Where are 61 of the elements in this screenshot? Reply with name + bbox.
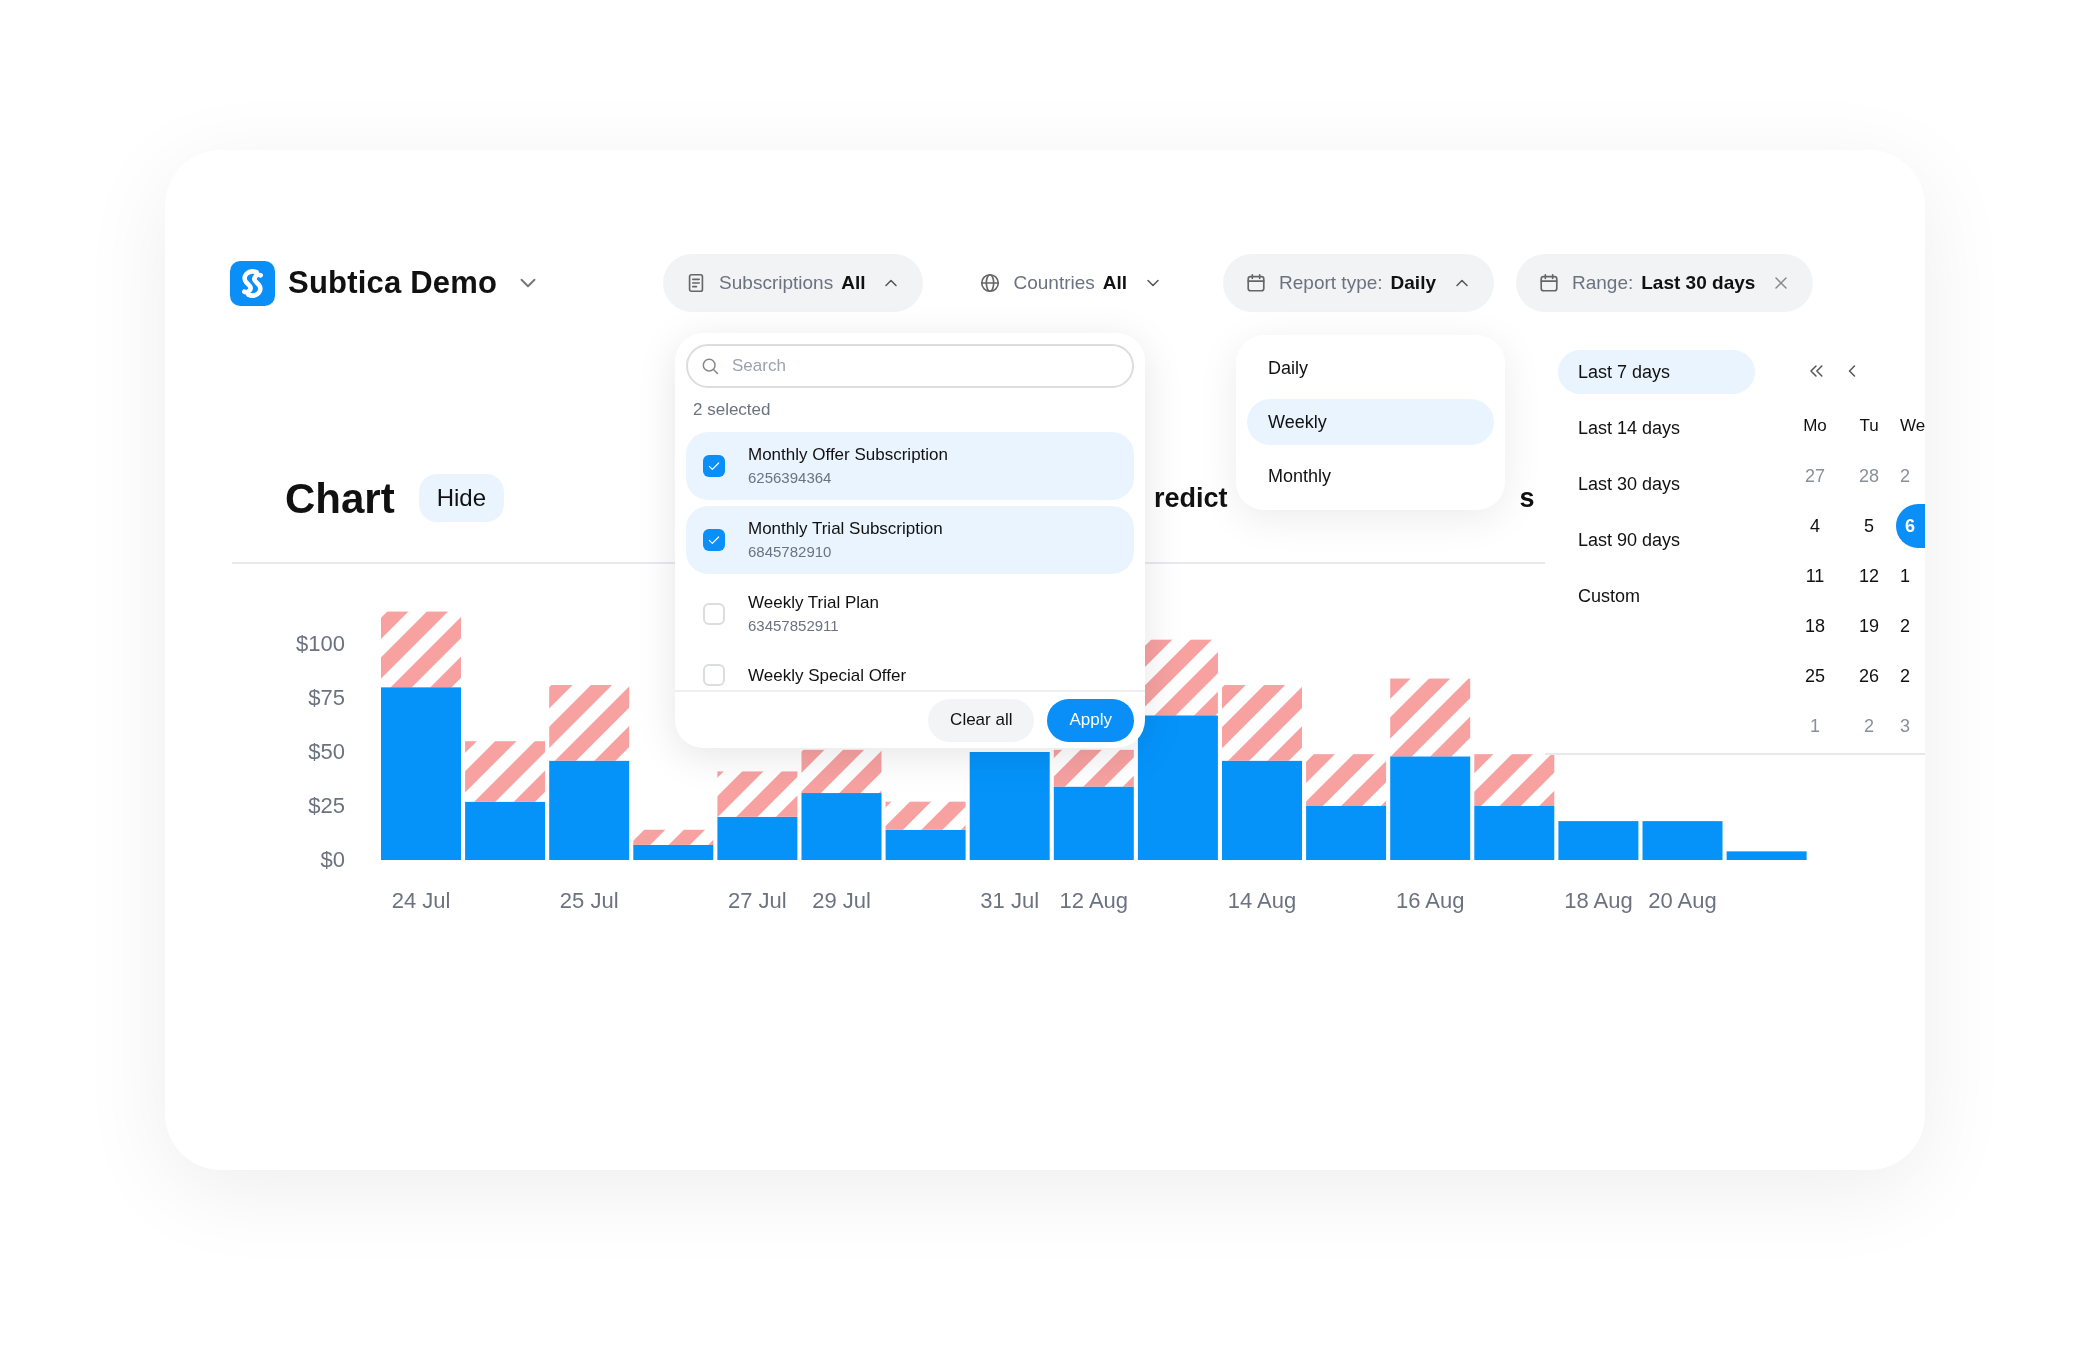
selection-count: 2 selected	[693, 399, 772, 421]
filter-button[interactable]: Report type: Daily	[1223, 254, 1494, 312]
subscription-option[interactable]: Monthly Offer Subscription 6256394364	[686, 432, 1134, 500]
clear-all-button[interactable]: Clear all	[928, 698, 1035, 742]
calendar-day[interactable]: 12	[1859, 562, 1879, 590]
app-logo-icon	[230, 260, 275, 306]
globe-icon	[979, 272, 1002, 294]
axis-label: $75	[308, 685, 345, 710]
checkbox[interactable]	[703, 455, 725, 477]
axis-label: 27 Jul	[728, 888, 787, 913]
filter-button[interactable]: Range: Last 30 days	[1516, 254, 1814, 312]
calendar-day[interactable]: 11	[1805, 562, 1825, 590]
option-name: Monthly Offer Subscription	[748, 444, 948, 466]
axis-label: 31 Jul	[980, 888, 1040, 913]
option-id: 6256394364	[748, 468, 833, 488]
filter-button[interactable]: Countries All	[957, 254, 1186, 312]
axis-label: 25 Jul	[559, 888, 619, 913]
calendar-day[interactable]: 18	[1805, 612, 1825, 640]
toggle-label: s	[1519, 481, 1535, 515]
hide-button[interactable]: Hide	[418, 474, 505, 522]
calendar-day[interactable]: 25	[1805, 662, 1825, 690]
axis-label: 18 Aug	[1564, 888, 1633, 913]
axis-label: $50	[308, 739, 345, 764]
axis-label: 16 Aug	[1395, 888, 1465, 913]
calendar-day[interactable]: 19	[1859, 612, 1879, 640]
weekday-label: Mo	[1803, 415, 1827, 438]
calendar-day[interactable]: 4	[1810, 512, 1820, 540]
menu-item[interactable]: Weekly	[1247, 399, 1494, 445]
option-id: 63457852911	[748, 616, 840, 636]
option-name: Weekly Special Offer	[748, 665, 907, 687]
calendar-day[interactable]: 26	[1859, 662, 1879, 690]
toggle-label: redict	[1154, 481, 1228, 515]
section-title: Chart	[285, 473, 395, 524]
axis-label: 24 Jul	[391, 888, 451, 913]
axis-label: 12 Aug	[1059, 888, 1129, 913]
filter-button[interactable]: Subscriptions All	[663, 254, 924, 312]
calendar-day[interactable]: 1	[1900, 562, 1910, 590]
axis-label: 29 Jul	[812, 888, 871, 913]
axis-label: $100	[296, 631, 345, 656]
calendar-icon	[1245, 272, 1268, 294]
calendar-day[interactable]: 5	[1864, 512, 1874, 540]
app-title: Subtica Demo	[288, 263, 498, 302]
checkbox[interactable]	[703, 664, 725, 686]
calendar-icon	[1538, 272, 1560, 294]
option-name: Weekly Trial Plan	[748, 592, 879, 614]
option-id: 6845782910	[748, 542, 833, 562]
search-icon	[700, 356, 720, 376]
calendar-day[interactable]: 2	[1900, 612, 1910, 640]
checkbox[interactable]	[703, 603, 725, 625]
axis-label: $25	[308, 793, 345, 818]
axis-label: 14 Aug	[1227, 888, 1297, 913]
checkbox[interactable]	[703, 529, 725, 551]
calendar-day[interactable]: 2	[1900, 662, 1910, 690]
search-field[interactable]: Search	[686, 344, 1134, 388]
axis-label: 20 Aug	[1648, 888, 1717, 913]
range-preset[interactable]: Last 7 days	[1558, 350, 1755, 394]
weekday-label: Tu	[1859, 415, 1879, 438]
option-name: Monthly Trial Subscription	[748, 518, 943, 540]
weekday-label: We	[1900, 415, 1925, 438]
axis-label: $0	[320, 847, 345, 872]
subscription-option[interactable]: Monthly Trial Subscription 6845782910	[686, 506, 1134, 574]
